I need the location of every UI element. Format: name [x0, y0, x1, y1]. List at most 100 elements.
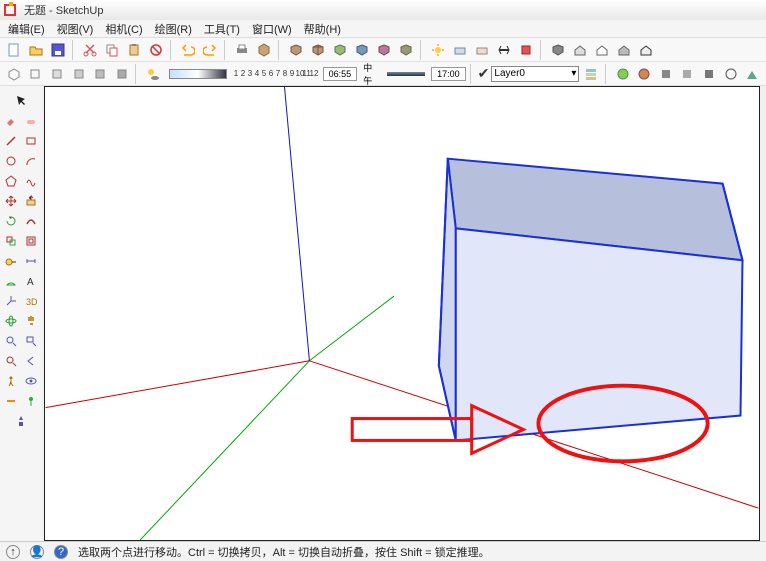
layer-mgr-icon[interactable] — [581, 64, 601, 84]
eraser-icon[interactable] — [22, 112, 40, 130]
open-icon[interactable] — [26, 40, 46, 60]
tape-icon[interactable] — [2, 252, 20, 270]
undo-icon[interactable] — [178, 40, 198, 60]
redo-icon[interactable] — [200, 40, 220, 60]
prev-icon[interactable] — [22, 352, 40, 370]
status-icon-1[interactable]: ↑ — [6, 545, 20, 559]
svg-text:3D: 3D — [26, 297, 37, 307]
axis-green-far — [309, 296, 394, 361]
dyn-icon[interactable] — [12, 412, 30, 430]
top-icon[interactable] — [26, 64, 46, 84]
line-icon[interactable] — [2, 132, 20, 150]
dim-icon[interactable] — [22, 252, 40, 270]
look-icon[interactable] — [22, 372, 40, 390]
solar1-icon[interactable] — [428, 40, 448, 60]
scale-icon[interactable] — [2, 232, 20, 250]
month-scale[interactable]: 1 2 3 4 5 6 7 8 9 10 11 12 — [233, 69, 317, 78]
paste-icon[interactable] — [124, 40, 144, 60]
section2-icon[interactable] — [2, 392, 20, 410]
followme-icon[interactable] — [22, 212, 40, 230]
rotate-icon[interactable] — [2, 212, 20, 230]
viewport[interactable] — [44, 86, 760, 541]
circle-icon[interactable] — [2, 152, 20, 170]
rect-icon[interactable] — [22, 132, 40, 150]
chevron-down-icon: ▾ — [571, 68, 576, 79]
position-icon[interactable] — [22, 392, 40, 410]
move-icon[interactable] — [2, 192, 20, 210]
front-icon[interactable] — [47, 64, 67, 84]
new-icon[interactable] — [4, 40, 24, 60]
zoom-icon[interactable] — [2, 332, 20, 350]
house1-icon[interactable] — [570, 40, 590, 60]
menu-camera[interactable]: 相机(C) — [105, 21, 142, 37]
comp2-icon[interactable] — [308, 40, 328, 60]
left-icon[interactable] — [112, 64, 132, 84]
noon-label: 中午 — [363, 61, 380, 87]
cube-model[interactable] — [439, 159, 743, 441]
print-icon[interactable] — [232, 40, 252, 60]
ext2-icon[interactable] — [635, 64, 655, 84]
text-icon[interactable]: A — [22, 272, 40, 290]
comp3-icon[interactable] — [330, 40, 350, 60]
ext6-icon[interactable] — [721, 64, 741, 84]
right-icon[interactable] — [69, 64, 89, 84]
toolbar-main — [0, 38, 766, 62]
ext4-icon[interactable] — [678, 64, 698, 84]
svg-text:A: A — [27, 277, 34, 287]
axis-blue — [285, 87, 310, 361]
house4-icon[interactable] — [636, 40, 656, 60]
house2-icon[interactable] — [592, 40, 612, 60]
comp5-icon[interactable] — [374, 40, 394, 60]
time-slider[interactable] — [387, 72, 425, 76]
cut-icon[interactable] — [80, 40, 100, 60]
menu-edit[interactable]: 编辑(E) — [8, 21, 45, 37]
ext3-icon[interactable] — [656, 64, 676, 84]
zoomext-icon[interactable] — [2, 352, 20, 370]
section-icon[interactable] — [494, 40, 514, 60]
offset-icon[interactable] — [22, 232, 40, 250]
arc-icon[interactable] — [22, 152, 40, 170]
ext1-icon[interactable] — [613, 64, 633, 84]
3dtext-icon[interactable]: 3D — [22, 292, 40, 310]
house3-icon[interactable] — [614, 40, 634, 60]
menu-tools[interactable]: 工具(T) — [204, 21, 240, 37]
select-tool-icon[interactable] — [12, 92, 30, 110]
zoomwin-icon[interactable] — [22, 332, 40, 350]
back-icon[interactable] — [90, 64, 110, 84]
delete-icon[interactable] — [146, 40, 166, 60]
layer-check-icon[interactable]: ✔ — [478, 65, 490, 82]
comp6-icon[interactable] — [396, 40, 416, 60]
comp1-icon[interactable] — [286, 40, 306, 60]
solar3-icon[interactable] — [472, 40, 492, 60]
time-end[interactable]: 17:00 — [431, 67, 466, 81]
copy-icon[interactable] — [102, 40, 122, 60]
status-icon-3[interactable]: ? — [54, 545, 68, 559]
status-icon-2[interactable]: 👤 — [30, 545, 44, 559]
comp4-icon[interactable] — [352, 40, 372, 60]
menu-window[interactable]: 窗口(W) — [252, 21, 292, 37]
iso-icon[interactable] — [4, 64, 24, 84]
menu-help[interactable]: 帮助(H) — [304, 21, 341, 37]
model-icon[interactable] — [254, 40, 274, 60]
paint-icon[interactable] — [2, 112, 20, 130]
freehand-icon[interactable] — [22, 172, 40, 190]
ext7-icon[interactable] — [742, 64, 762, 84]
time-start[interactable]: 06:55 — [323, 67, 358, 81]
orbit-icon[interactable] — [2, 312, 20, 330]
walk-icon[interactable] — [2, 372, 20, 390]
layer-dropdown[interactable]: Layer0 ▾ — [491, 66, 579, 82]
axis-green — [140, 361, 309, 540]
shadow-toggle-icon[interactable] — [143, 64, 162, 84]
menu-draw[interactable]: 绘图(R) — [155, 21, 192, 37]
ext5-icon[interactable] — [699, 64, 719, 84]
pan-icon[interactable] — [22, 312, 40, 330]
solar2-icon[interactable] — [450, 40, 470, 60]
protractor-icon[interactable] — [2, 272, 20, 290]
solid-icon[interactable] — [516, 40, 536, 60]
3dwh-icon[interactable] — [548, 40, 568, 60]
menu-view[interactable]: 视图(V) — [57, 21, 94, 37]
polygon-icon[interactable] — [2, 172, 20, 190]
pushpull-icon[interactable] — [22, 192, 40, 210]
save-icon[interactable] — [48, 40, 68, 60]
axes-icon[interactable] — [2, 292, 20, 310]
